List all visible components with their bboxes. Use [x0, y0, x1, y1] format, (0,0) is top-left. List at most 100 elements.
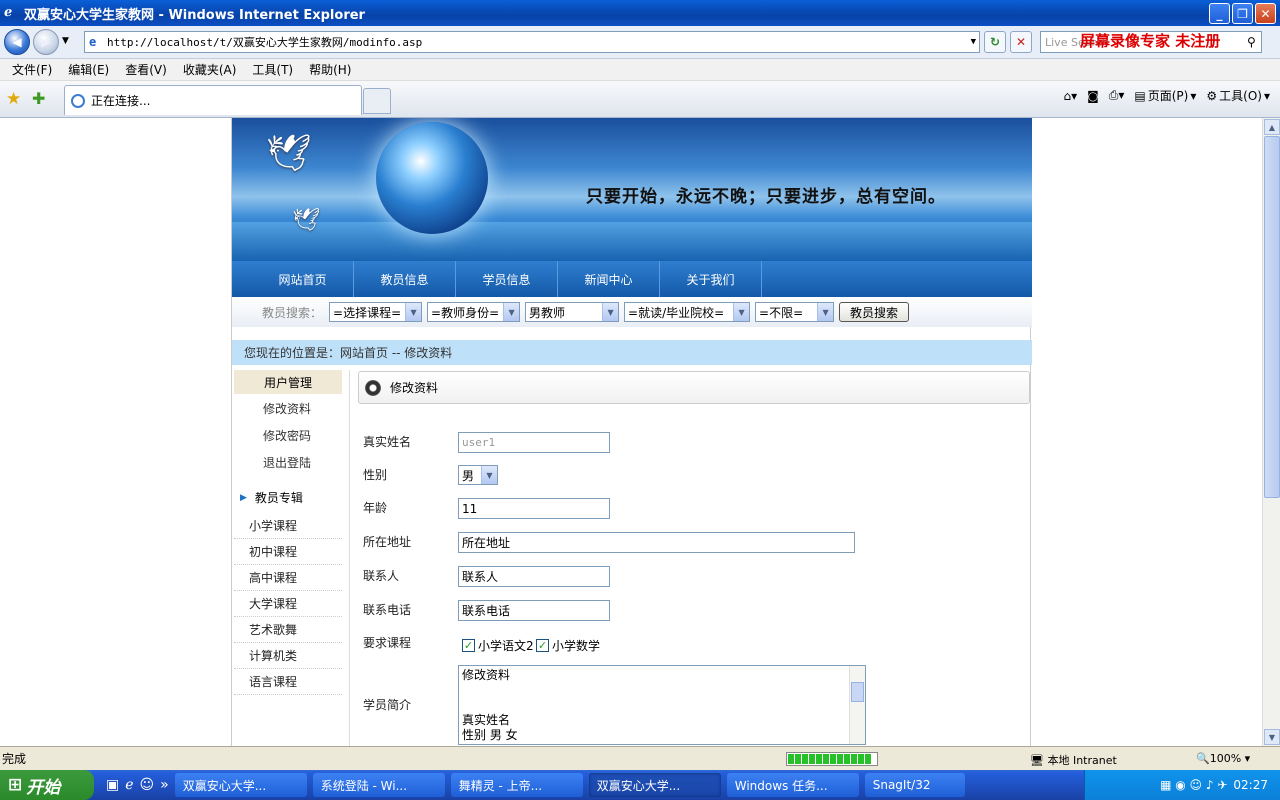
nav-home[interactable]: 网站首页 [252, 261, 354, 297]
new-tab-button[interactable] [363, 88, 391, 114]
teacher-search-button[interactable]: 教员搜索 [839, 302, 910, 322]
sidebar-section: ▶ 教员专辑 [240, 491, 303, 505]
nav-news[interactable]: 新闻中心 [558, 261, 660, 297]
nav-about[interactable]: 关于我们 [660, 261, 762, 297]
menu-file[interactable]: 文件(F) [4, 61, 60, 78]
tray-icons[interactable]: ▦ ◉ ☺ ♪ ✈ [1160, 778, 1227, 792]
seagull-image: 🕊 [266, 133, 312, 174]
gear-icon: ⚙ [1206, 88, 1218, 103]
loading-icon [71, 93, 85, 108]
scroll-up-icon[interactable]: ▲ [1264, 119, 1280, 135]
triangle-right-icon: ▶ [240, 492, 247, 503]
magnifier-icon: 🔍 [1196, 752, 1210, 765]
scroll-thumb[interactable] [851, 682, 864, 702]
add-favorite-icon[interactable]: ✚ [32, 89, 45, 108]
site-banner: 🕊 🕊 只要开始，永远不晚；只要进步，总有空间。 [232, 118, 1032, 261]
task-button[interactable]: Windows 任务... [726, 773, 859, 797]
school-select[interactable]: =就读/毕业院校= ▼ [624, 302, 751, 322]
phone-field[interactable]: 联系电话 [458, 600, 610, 621]
course-link[interactable]: 大学课程 [234, 591, 342, 617]
forward-button[interactable]: ▶ [33, 29, 59, 55]
address-field[interactable]: 所在地址 [458, 532, 855, 553]
contact-field[interactable]: 联系人 [458, 566, 610, 587]
tab-bar: ★ ✚ 正在连接... ⌂▾ ◙ ⎙▾ ▤ 页面(P) ▾ ⚙ 工具(O) ▾ [0, 81, 1280, 118]
ie-logo-icon: ℯ [4, 5, 13, 20]
course-link[interactable]: 初中课程 [234, 539, 342, 565]
menu-edit[interactable]: 编辑(E) [60, 61, 117, 78]
sea-image [232, 222, 1032, 261]
textarea-scrollbar[interactable] [849, 666, 865, 744]
browser-viewport: 🕊 🕊 只要开始，永远不晚；只要进步，总有空间。 网站首页 教员信息 学员信息 … [0, 118, 1262, 746]
sidebar-item-change-password[interactable]: 修改密码 [263, 427, 311, 444]
sidebar-header: 用户管理 [234, 370, 342, 394]
gender-field[interactable]: 男 ▼ [458, 465, 498, 485]
task-button[interactable]: 系统登陆 - Wi... [312, 773, 445, 797]
zoom-control[interactable]: 🔍100% ▾ [1196, 752, 1250, 765]
course-checkbox-1[interactable]: ✓ 小学语文2 [462, 637, 534, 654]
globe-image [376, 122, 488, 234]
intro-textarea[interactable]: 修改资料 真实姓名 性别 男 女 [458, 665, 866, 745]
menu-favorites[interactable]: 收藏夹(A) [175, 61, 245, 78]
age-field[interactable]: 11 [458, 498, 610, 519]
print-icon[interactable]: ⎙▾ [1109, 88, 1125, 103]
show-desktop-icon[interactable]: ▣ [106, 777, 119, 793]
search-icon[interactable]: ⚲ [1247, 35, 1256, 49]
sidebar-item-logout[interactable]: 退出登陆 [263, 454, 311, 471]
url-dropdown-icon[interactable]: ▼ [971, 37, 976, 47]
menu-tools[interactable]: 工具(T) [244, 61, 301, 78]
security-zone: 🖥 本地 Intranet [1030, 754, 1117, 767]
task-button[interactable]: 双赢安心大学... [174, 773, 307, 797]
phone-label: 联系电话 [363, 603, 412, 617]
identity-select[interactable]: =教师身份= ▼ [427, 302, 521, 322]
minimize-button[interactable]: _ [1209, 3, 1230, 24]
favorites-star-icon[interactable]: ★ [6, 89, 21, 109]
start-button[interactable]: ⊞ 开始 [0, 770, 94, 800]
course-link[interactable]: 艺术歌舞 [234, 617, 342, 643]
address-input[interactable]: e http://localhost/t/双赢安心大学生家教网/modinfo.… [84, 31, 980, 53]
refresh-button[interactable]: ↻ [984, 31, 1006, 53]
home-icon[interactable]: ⌂▾ [1063, 89, 1077, 103]
ie-launch-icon[interactable]: ℯ [125, 777, 133, 793]
course-link[interactable]: 高中课程 [234, 565, 342, 591]
left-sidebar: 用户管理 修改资料 修改密码 退出登陆 ▶ 教员专辑 小学课程 初中课程 高中课… [232, 370, 350, 746]
menu-view[interactable]: 查看(V) [117, 61, 175, 78]
nav-students[interactable]: 学员信息 [456, 261, 558, 297]
scroll-down-icon[interactable]: ▼ [1264, 729, 1280, 745]
gender-select[interactable]: 男教师 ▼ [525, 302, 620, 322]
stop-button[interactable]: ✕ [1010, 31, 1032, 53]
course-checkbox-2[interactable]: ✓ 小学数学 [536, 637, 600, 654]
status-bar: 完成 🖥 本地 Intranet 🔍100% ▾ [0, 746, 1280, 770]
status-text: 完成 [2, 752, 27, 766]
course-link[interactable]: 计算机类 [234, 643, 342, 669]
task-button[interactable]: 舞精灵 - 上帝... [450, 773, 583, 797]
system-tray: ▦ ◉ ☺ ♪ ✈ 02:27 [1084, 770, 1280, 800]
name-field[interactable]: user1 [458, 432, 610, 453]
feeds-icon[interactable]: ◙ [1087, 89, 1099, 103]
intro-label: 学员简介 [363, 698, 412, 712]
qq-icon[interactable]: ☺ [140, 777, 155, 793]
tab-current[interactable]: 正在连接... [64, 85, 362, 115]
page-menu[interactable]: ▤ 页面(P) ▾ [1134, 87, 1196, 104]
page-icon: e [89, 35, 97, 49]
task-button[interactable]: SnagIt/32 [864, 773, 965, 797]
contact-label: 联系人 [363, 569, 400, 583]
back-button[interactable]: ◀ [4, 29, 30, 55]
course-link[interactable]: 小学课程 [234, 513, 342, 539]
sidebar-item-edit-info[interactable]: 修改资料 [263, 400, 311, 417]
more-chevron-icon[interactable]: » [160, 777, 169, 793]
page-scrollbar[interactable]: ▲ ▼ [1262, 118, 1280, 746]
nav-teachers[interactable]: 教员信息 [354, 261, 456, 297]
chevron-down-icon: ▼ [602, 303, 619, 321]
scroll-thumb[interactable] [1264, 136, 1280, 498]
close-button[interactable]: ✕ [1255, 3, 1276, 24]
task-button-active[interactable]: 双赢安心大学... [588, 773, 721, 797]
checkbox-checked-icon[interactable]: ✓ [536, 639, 549, 652]
course-link[interactable]: 语言课程 [234, 669, 342, 695]
tools-menu[interactable]: ⚙ 工具(O) ▾ [1206, 87, 1270, 104]
restore-button[interactable]: ❐ [1232, 3, 1253, 24]
history-dropdown-icon[interactable]: ▼ [62, 36, 69, 46]
menu-help[interactable]: 帮助(H) [301, 61, 359, 78]
checkbox-checked-icon[interactable]: ✓ [462, 639, 475, 652]
course-select[interactable]: =选择课程= ▼ [329, 302, 423, 322]
limit-select[interactable]: =不限= ▼ [755, 302, 835, 322]
